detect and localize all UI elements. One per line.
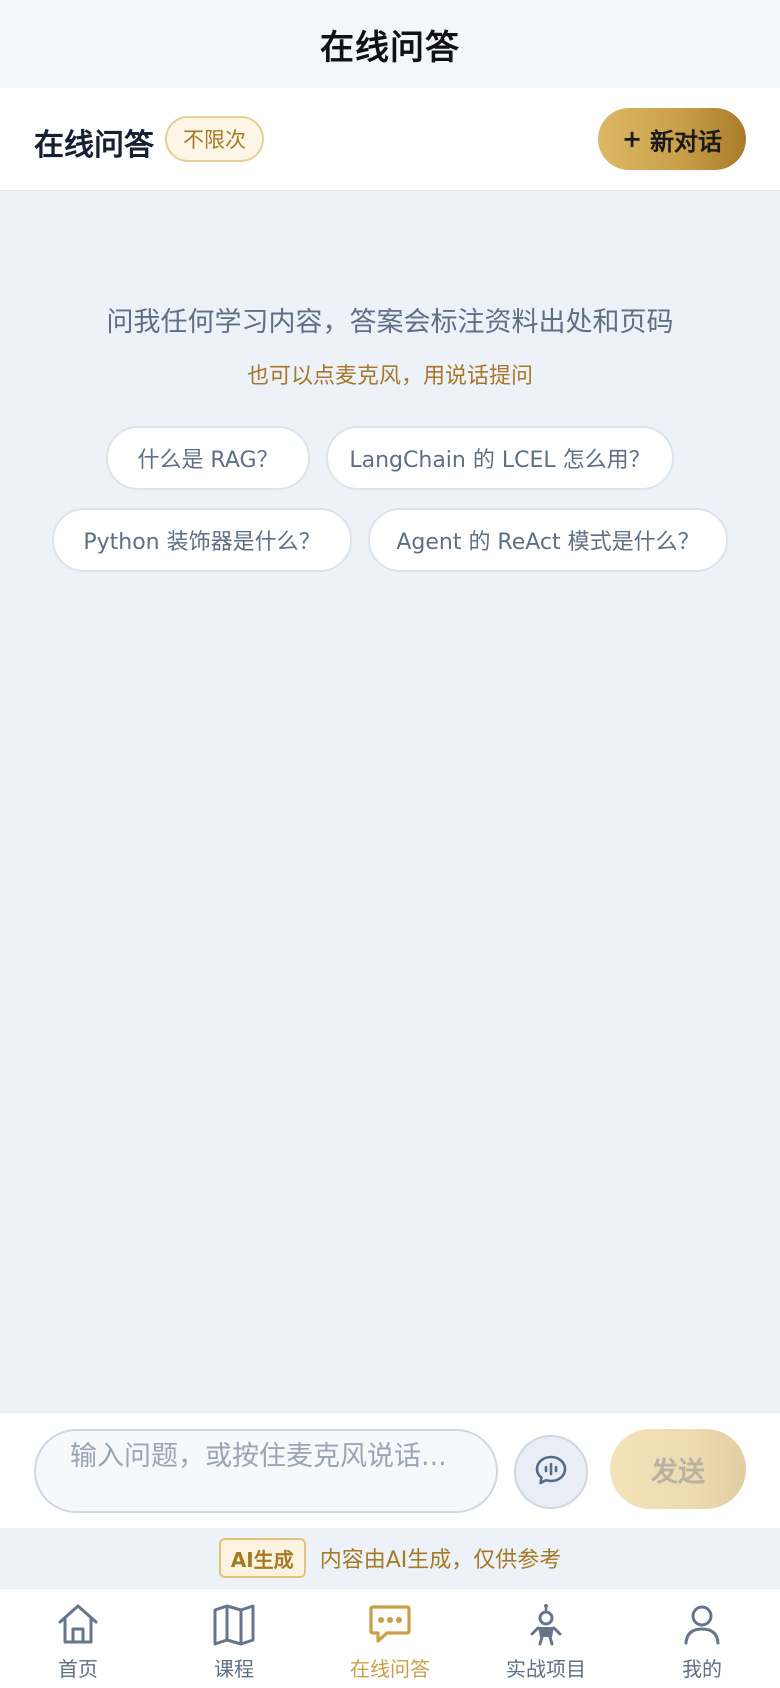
composer-bar: 输入问题，或按住麦克风说话... 发送: [0, 1412, 780, 1528]
tab-projects[interactable]: 实战项目: [468, 1589, 624, 1688]
unlimited-badge: 不限次: [165, 116, 264, 162]
ai-generated-tag: AI生成: [218, 1538, 306, 1578]
page-header: 在线问答 不限次 + 新对话: [0, 88, 780, 191]
hero-text: 问我任何学习内容，答案会标注资料出处和页码: [106, 307, 674, 338]
voice-chat-icon: [534, 1453, 568, 1491]
home-icon: [53, 1599, 103, 1649]
voice-button[interactable]: [514, 1435, 588, 1509]
tab-courses-label: 课程: [214, 1657, 254, 1681]
disclaimer-text: 内容由AI生成，仅供参考: [319, 1548, 562, 1573]
suggestion-chip[interactable]: Python 装饰器是什么？: [52, 508, 352, 572]
new-chat-button[interactable]: + 新对话: [598, 108, 746, 170]
suggestion-chip[interactable]: 什么是 RAG？: [106, 426, 310, 490]
tab-qa[interactable]: 在线问答: [312, 1589, 468, 1688]
tab-me-label: 我的: [682, 1657, 722, 1681]
question-input[interactable]: 输入问题，或按住麦克风说话...: [34, 1429, 498, 1513]
nav-title: 在线问答: [320, 27, 460, 68]
robot-icon: [521, 1599, 571, 1649]
nav-title-bar: 在线问答: [0, 0, 780, 88]
plus-icon: +: [621, 125, 643, 153]
tab-home[interactable]: 首页: [0, 1589, 156, 1688]
tab-me[interactable]: 我的: [624, 1589, 780, 1688]
hero-subtext: 也可以点麦克风，用说话提问: [246, 364, 533, 389]
user-icon: [677, 1599, 727, 1649]
book-icon: [209, 1599, 259, 1649]
tab-home-label: 首页: [58, 1657, 98, 1681]
suggestion-chip[interactable]: Agent 的 ReAct 模式是什么？: [368, 508, 728, 572]
chat-icon: [365, 1599, 415, 1649]
page-title: 在线问答: [34, 128, 154, 163]
ai-disclaimer: AI生成 内容由AI生成，仅供参考: [0, 1528, 780, 1588]
tab-projects-label: 实战项目: [506, 1657, 586, 1681]
suggestion-chip[interactable]: LangChain 的 LCEL 怎么用？: [326, 426, 674, 490]
new-chat-label: 新对话: [650, 127, 723, 156]
bottom-tab-bar: 首页 课程 在线问答 实战项目 我的: [0, 1588, 780, 1688]
send-button[interactable]: 发送: [610, 1429, 746, 1509]
tab-courses[interactable]: 课程: [156, 1589, 312, 1688]
tab-qa-label: 在线问答: [350, 1657, 430, 1681]
